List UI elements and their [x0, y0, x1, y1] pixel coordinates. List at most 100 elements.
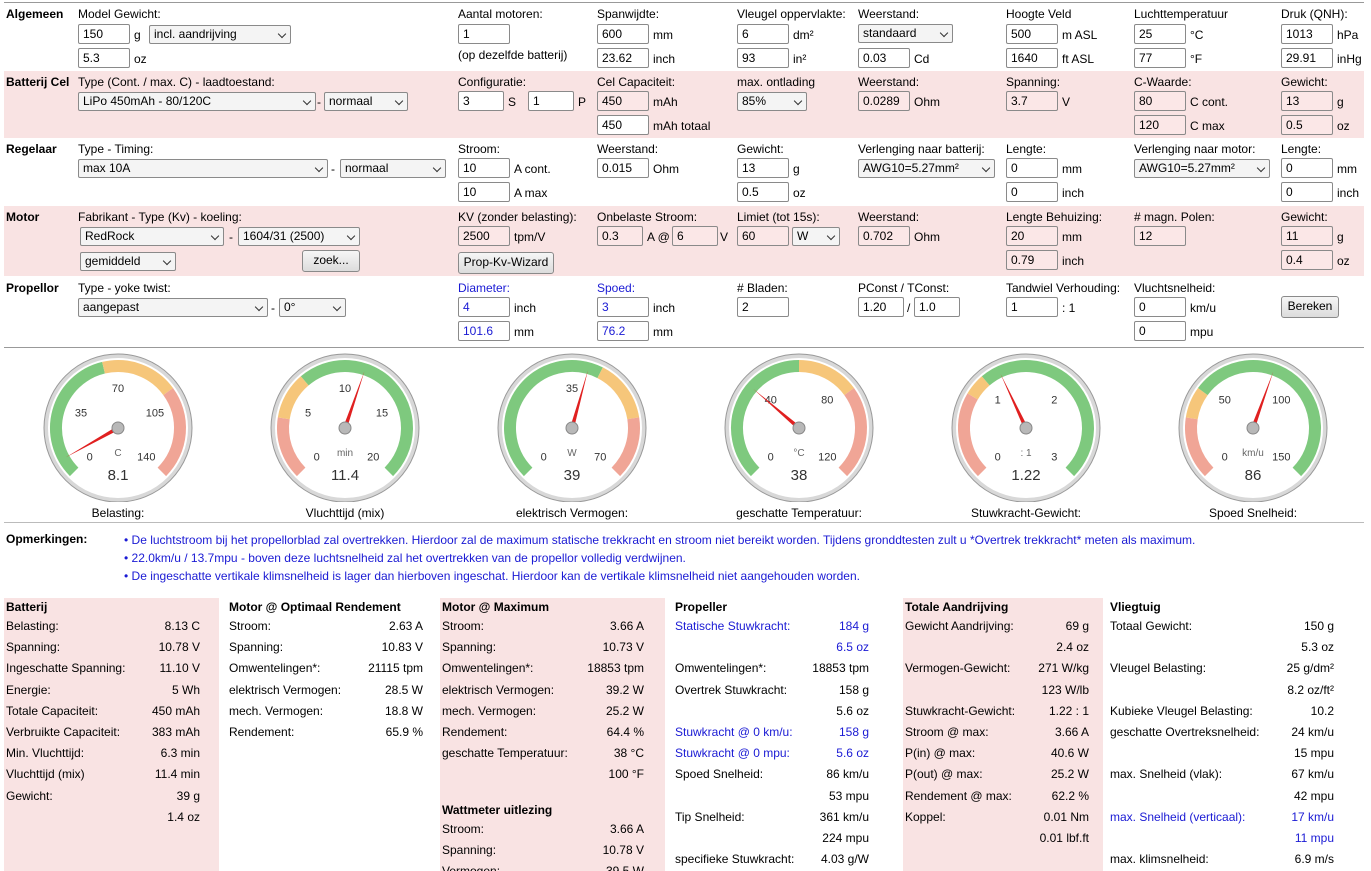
lengte-bat-mm-input[interactable]: 0 — [1006, 158, 1058, 178]
lengte-label: Lengte: — [1281, 142, 1322, 156]
weerstand-select[interactable]: standaard — [858, 24, 953, 43]
gewicht-oz-input[interactable]: 5.3 — [78, 48, 130, 68]
polen-input[interactable]: 12 — [1134, 226, 1186, 246]
aantal-motoren-input[interactable]: 1 — [458, 24, 510, 44]
regelaar-type-select[interactable]: max 10A — [78, 159, 328, 178]
spanning-label: Spanning: — [1006, 75, 1061, 89]
vlucht-kmu-input[interactable]: 0 — [1134, 297, 1186, 317]
weerstand-input[interactable]: 0.702 — [858, 226, 910, 246]
lengte-inch-input[interactable]: 0.79 — [1006, 250, 1058, 270]
gewicht-oz-input[interactable]: 0.5 — [737, 182, 789, 202]
result-label: Overtrek Stuwkracht: — [675, 682, 788, 697]
vlucht-mpu-input[interactable]: 0 — [1134, 321, 1186, 341]
fabrikant-select[interactable]: RedRock — [80, 227, 224, 246]
hoogte-ft-input[interactable]: 1640 — [1006, 48, 1058, 68]
spoed-mm-input[interactable]: 76.2 — [597, 321, 649, 341]
onbelast-stroom-input[interactable]: 0.3 — [597, 226, 643, 246]
koeling-select[interactable]: gemiddeld — [80, 252, 176, 271]
result-value: 2.4 oz — [1056, 640, 1089, 655]
lengte-mm-input[interactable]: 20 — [1006, 226, 1058, 246]
propellor-type-select[interactable]: aangepast — [78, 298, 268, 317]
druk-inhg-input[interactable]: 29.91 — [1281, 48, 1333, 68]
lengte-mot-mm-input[interactable]: 0 — [1281, 158, 1333, 178]
unit-oz: oz — [1337, 254, 1350, 268]
result-label: Stroom: — [442, 619, 485, 633]
unit-cd: Cd — [914, 52, 930, 66]
gewicht-g-input[interactable]: 13 — [1281, 91, 1333, 111]
result-label: Rendement: — [229, 725, 295, 739]
limiet-label: Limiet (tot 15s): — [737, 210, 820, 224]
limiet-unit-select[interactable]: W — [792, 227, 840, 246]
tconst-input[interactable]: 1.0 — [914, 297, 960, 317]
unit-mm: mm — [1062, 230, 1082, 244]
cd-input[interactable]: 0.03 — [858, 48, 910, 68]
tandwiel-input[interactable]: 1 — [1006, 297, 1058, 317]
result-value: 0.01 Nm — [1043, 809, 1089, 824]
spanwijdte-mm-input[interactable]: 600 — [597, 24, 649, 44]
bladen-input[interactable]: 2 — [737, 297, 789, 317]
laadtoestand-select[interactable]: normaal — [324, 92, 408, 111]
c-cont-input[interactable]: 80 — [1134, 91, 1186, 111]
spanwijdte-inch-input[interactable]: 23.62 — [597, 48, 649, 68]
gauge-hub — [1019, 421, 1033, 435]
stroom-cont-input[interactable]: 10 — [458, 158, 510, 178]
gewicht-g-input[interactable]: 11 — [1281, 226, 1333, 246]
result-value: 65.9 % — [385, 725, 423, 739]
ontlading-select[interactable]: 85% — [737, 92, 807, 111]
pconst-input[interactable]: 1.20 — [858, 297, 904, 317]
pconst-label: PConst / TConst: — [858, 281, 950, 295]
capaciteit-totaal-input[interactable]: 450 — [597, 115, 649, 135]
timing-select[interactable]: normaal — [340, 159, 446, 178]
polen-label: # magn. Polen: — [1134, 210, 1215, 224]
stroom-label: Stroom: — [458, 142, 501, 156]
vleugel-dm-input[interactable]: 6 — [737, 24, 789, 44]
result-value: 271 W/kg — [1038, 661, 1089, 676]
unit-mm: mm — [1062, 162, 1082, 176]
stroom-max-input[interactable]: 10 — [458, 182, 510, 202]
cellen-p-input[interactable]: 1 — [528, 91, 574, 111]
diameter-inch-input[interactable]: 4 — [458, 297, 510, 317]
gewicht-g-input[interactable]: 13 — [737, 158, 789, 178]
gewicht-oz-input[interactable]: 0.5 — [1281, 115, 1333, 135]
bereken-button[interactable]: Bereken — [1281, 296, 1339, 318]
verlenging-batterij-select[interactable]: AWG10=5.27mm² — [858, 159, 995, 178]
vleugel-in-input[interactable]: 93 — [737, 48, 789, 68]
prop-kv-wizard-button[interactable]: Prop-Kv-Wizard — [458, 252, 554, 274]
limiet-input[interactable]: 60 — [737, 226, 789, 246]
druk-hpa-input[interactable]: 1013 — [1281, 24, 1333, 44]
result-value: 18853 tpm — [587, 661, 644, 676]
result-value: 69 g — [1065, 619, 1089, 633]
gewicht-oz-input[interactable]: 0.4 — [1281, 250, 1333, 270]
result-label: Stroom: — [229, 619, 272, 633]
result-value: 5.6 oz — [836, 703, 869, 718]
twist-select[interactable]: 0° — [279, 298, 346, 317]
gauge-unit: min — [337, 448, 353, 459]
gauge-value: 1.22 — [1011, 467, 1041, 484]
zoek-button[interactable]: zoek... — [302, 250, 360, 272]
result-value: 2.63 A — [388, 619, 423, 633]
verlenging-motor-select[interactable]: AWG10=5.27mm² — [1134, 159, 1270, 178]
unit-ccont: C cont. — [1190, 95, 1229, 109]
kv-input[interactable]: 2500 — [458, 226, 510, 246]
result-value: 8.13 C — [164, 619, 200, 633]
onbelast-spanning-input[interactable]: 6 — [672, 226, 718, 246]
batterij-type-select[interactable]: LiPo 450mAh - 80/120C — [78, 92, 316, 111]
gauge-unit: C — [114, 448, 121, 459]
capaciteit-input[interactable]: 450 — [597, 91, 649, 111]
gauge-value: 38 — [790, 467, 808, 484]
lengte-mot-inch-input[interactable]: 0 — [1281, 182, 1333, 202]
spoed-inch-input[interactable]: 3 — [597, 297, 649, 317]
gewicht-type-select[interactable]: incl. aandrijving — [149, 25, 291, 44]
gewicht-g-input[interactable]: 150 — [78, 24, 130, 44]
temp-c-input[interactable]: 25 — [1134, 24, 1186, 44]
temp-f-input[interactable]: 77 — [1134, 48, 1186, 68]
spanning-input[interactable]: 3.7 — [1006, 91, 1058, 111]
c-max-input[interactable]: 120 — [1134, 115, 1186, 135]
hoogte-m-input[interactable]: 500 — [1006, 24, 1058, 44]
lengte-bat-inch-input[interactable]: 0 — [1006, 182, 1058, 202]
diameter-mm-input[interactable]: 101.6 — [458, 321, 510, 341]
weerstand-input[interactable]: 0.0289 — [858, 91, 910, 111]
motor-type-select[interactable]: 1604/31 (2500) — [238, 227, 360, 246]
weerstand-input[interactable]: 0.015 — [597, 158, 649, 178]
cellen-s-input[interactable]: 3 — [458, 91, 504, 111]
